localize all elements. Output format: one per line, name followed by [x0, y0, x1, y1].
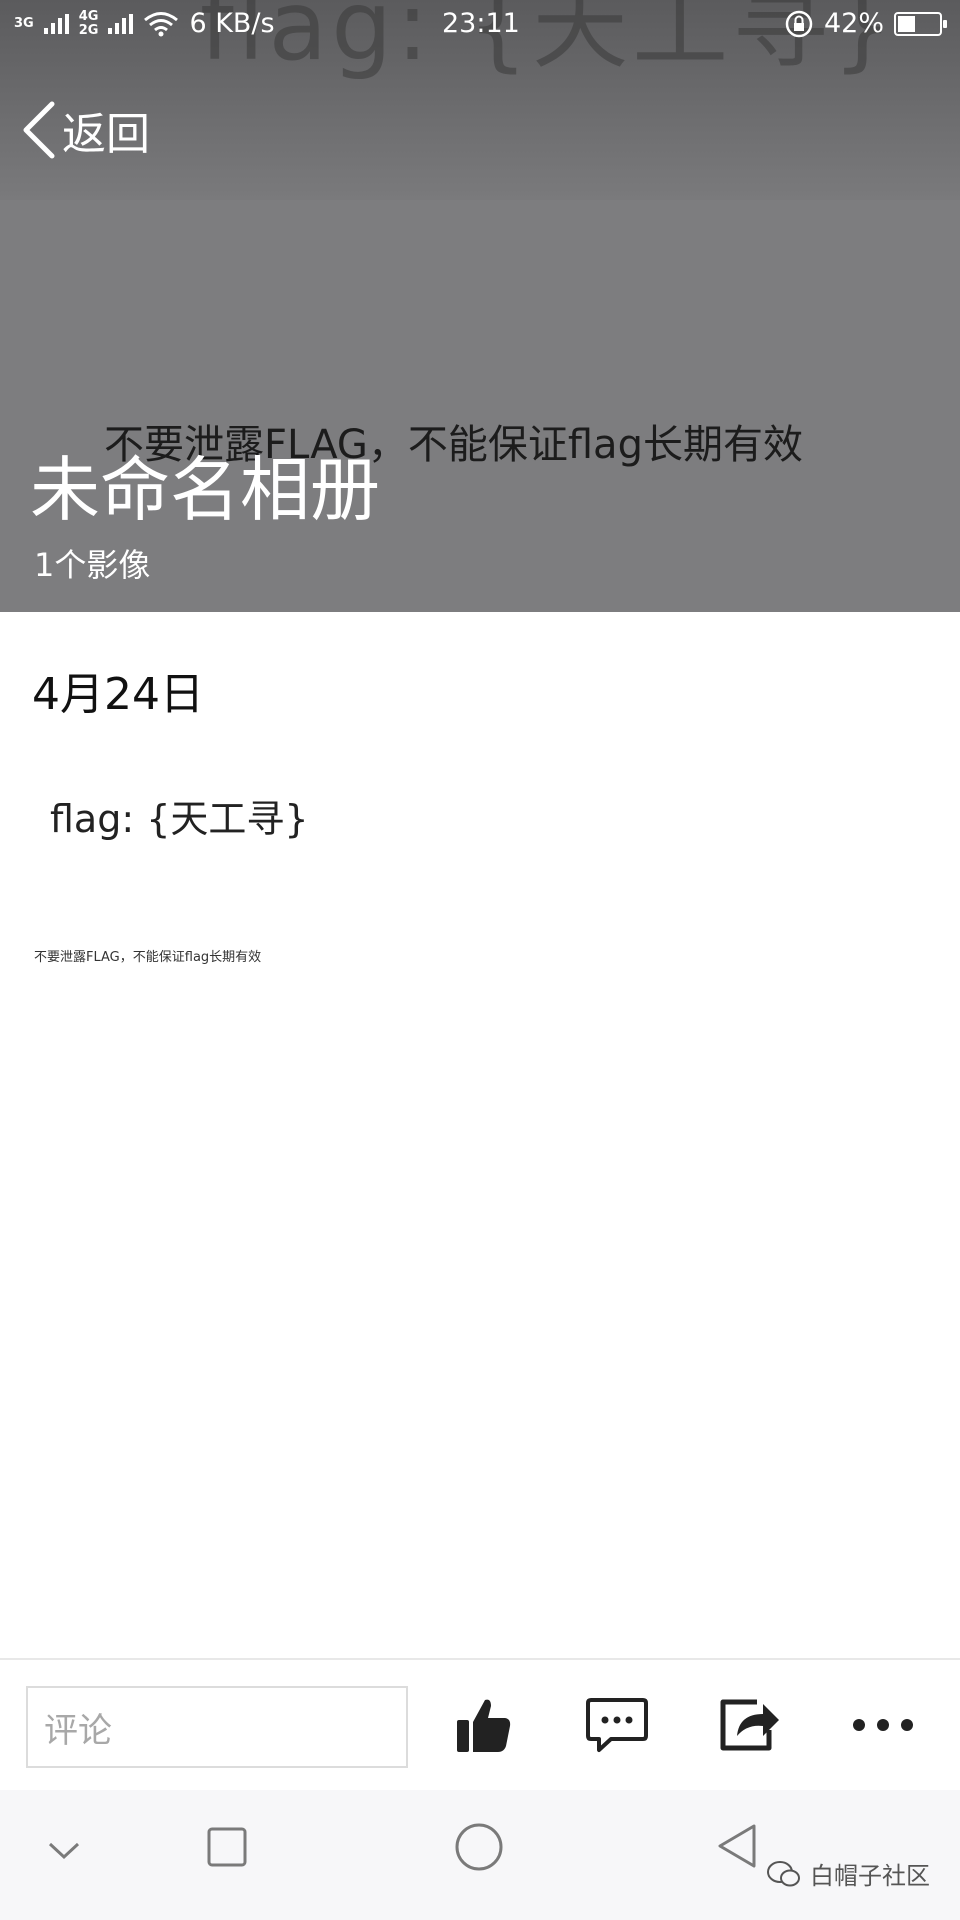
signal-icon-2: [108, 13, 134, 34]
album-item-count: 1个影像: [34, 546, 151, 584]
watermark-text: 白帽子社区: [810, 1862, 930, 1890]
action-bar: 评论: [0, 1658, 960, 1790]
photo-warning-text: 不要泄露FLAG，不能保证flag长期有效: [34, 950, 262, 965]
network-4g-2g: 4G 2G: [78, 8, 99, 38]
share-icon: [720, 1699, 779, 1751]
album-title: 未命名相册: [30, 449, 380, 531]
rotation-lock-icon: [785, 10, 813, 37]
watermark: 白帽子社区: [766, 1856, 930, 1891]
battery-icon: [894, 11, 947, 36]
more-icon: [853, 1719, 913, 1731]
signal-icon: [43, 13, 69, 34]
date-heading: 4月24日: [32, 669, 204, 720]
share-button[interactable]: [714, 1690, 784, 1760]
status-right: 42%: [784, 8, 947, 39]
back-button[interactable]: 返回: [20, 98, 150, 162]
battery-percent: 42%: [823, 8, 884, 39]
comment-button[interactable]: [582, 1690, 652, 1760]
system-nav-bar: 白帽子社区: [0, 1790, 960, 1920]
back-icon[interactable]: [714, 1822, 758, 1870]
like-icon: [457, 1699, 511, 1752]
status-bar: 3G 4G 2G 6 KB/s 23:11 42%: [0, 0, 960, 50]
album-cover: flag: {天工寻} 不要泄露FLAG，不能保证flag长期有效 未命名相册 …: [0, 0, 960, 612]
comment-placeholder: 评论: [44, 1710, 112, 1751]
photo-flag-text: flag: {天工寻}: [50, 797, 309, 841]
back-label: 返回: [62, 109, 150, 160]
chevron-left-icon: [23, 101, 55, 159]
wechat-icon: [767, 1860, 800, 1886]
more-button[interactable]: [848, 1690, 918, 1760]
home-icon[interactable]: [454, 1822, 504, 1872]
network-speed: 6 KB/s: [189, 8, 275, 39]
status-time: 23:11: [442, 8, 520, 39]
status-left: 3G 4G 2G 6 KB/s: [14, 8, 275, 39]
wifi-icon: [144, 11, 179, 36]
network-3g: 3G: [14, 15, 34, 31]
comment-input[interactable]: 评论: [26, 1686, 408, 1768]
comment-icon: [586, 1698, 648, 1752]
like-button[interactable]: [448, 1690, 518, 1760]
chevron-down-icon[interactable]: [46, 1838, 82, 1862]
recents-icon[interactable]: [206, 1826, 248, 1868]
photo-thumbnail[interactable]: flag: {天工寻} 不要泄露FLAG，不能保证flag长期有效: [32, 740, 332, 980]
